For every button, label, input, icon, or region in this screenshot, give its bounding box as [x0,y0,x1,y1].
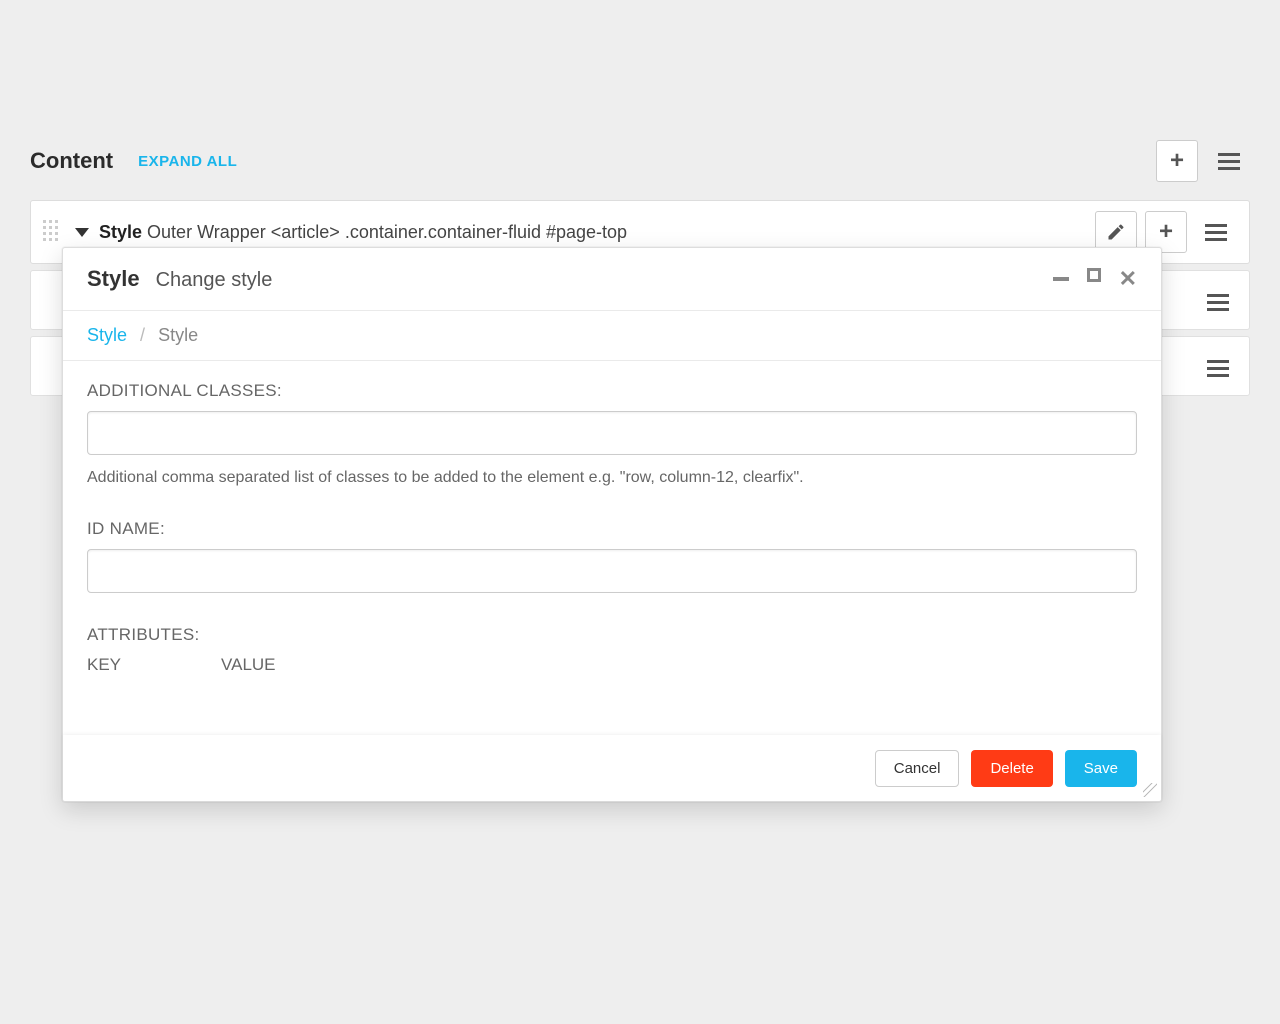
attributes-value-header: VALUE [221,655,276,675]
dialog-close-button[interactable]: ✕ [1119,268,1137,290]
top-menu-button[interactable] [1208,140,1250,182]
additional-classes-input[interactable] [87,411,1137,455]
expand-all-button[interactable]: EXPAND ALL [138,153,237,170]
attributes-label: ATTRIBUTES: [87,625,1137,645]
cancel-button[interactable]: Cancel [875,750,960,787]
breadcrumb-sep: / [140,325,145,345]
item-classes: .container.container-fluid [345,222,541,242]
breadcrumb: Style / Style [63,311,1161,361]
item-menu-button[interactable] [1195,211,1237,253]
dialog-body: ADDITIONAL CLASSES: Additional comma sep… [63,361,1161,735]
id-name-label: ID NAME: [87,519,1137,539]
breadcrumb-current: Style [158,325,198,345]
hamburger-icon [1207,294,1229,311]
breadcrumb-root[interactable]: Style [87,325,127,345]
dialog-footer: Cancel Delete Save [63,735,1161,801]
page-header: Content EXPAND ALL + [30,140,1250,182]
item-menu-button[interactable] [1197,347,1239,389]
plus-icon: + [1159,220,1173,244]
add-top-button[interactable]: + [1156,140,1198,182]
additional-classes-help: Additional comma separated list of class… [87,469,1137,487]
item-menu-button[interactable] [1197,281,1239,323]
hamburger-icon [1207,360,1229,377]
plus-icon: + [1170,149,1184,173]
item-id: #page-top [546,222,627,242]
save-button[interactable]: Save [1065,750,1137,787]
item-name: Outer Wrapper [147,222,266,242]
attributes-key-header: KEY [87,655,121,675]
tree-item-label[interactable]: Style Outer Wrapper <article> .container… [99,222,1095,243]
resize-handle[interactable] [1143,783,1157,797]
dialog-title: Style [87,266,140,292]
dialog-subtitle: Change style [156,269,273,292]
dialog-header: Style Change style ✕ [63,248,1161,311]
page-title: Content [30,148,113,174]
dialog-maximize-button[interactable] [1087,268,1101,282]
delete-button[interactable]: Delete [971,750,1052,787]
item-type: Style [99,222,142,242]
additional-classes-label: ADDITIONAL CLASSES: [87,381,1137,401]
id-name-input[interactable] [87,549,1137,593]
dialog-minimize-button[interactable] [1053,277,1069,281]
style-dialog: Style Change style ✕ Style / Style ADDIT… [62,247,1162,802]
pencil-icon [1106,222,1126,242]
drag-handle[interactable] [43,220,63,244]
collapse-toggle[interactable] [75,228,89,237]
hamburger-icon [1218,153,1240,170]
item-tag: <article> [271,222,340,242]
hamburger-icon [1205,224,1227,241]
